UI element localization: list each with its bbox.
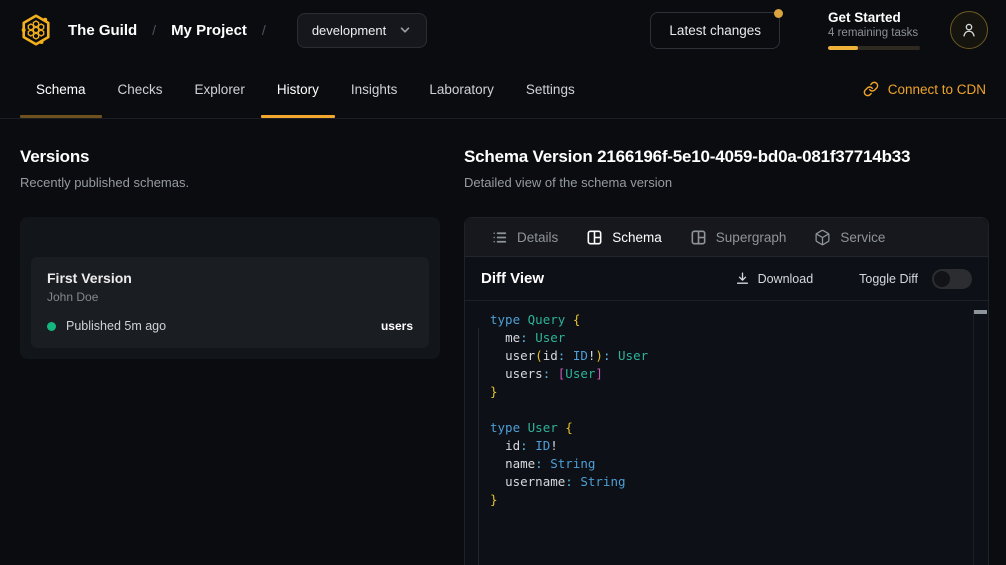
tab-underline-active — [261, 115, 335, 118]
latest-changes-button[interactable]: Latest changes — [650, 12, 780, 49]
diff-view-title: Diff View — [481, 270, 544, 287]
nav-tab-laboratory[interactable]: Laboratory — [413, 60, 510, 118]
chevron-down-icon — [398, 23, 412, 37]
main-nav: Schema Checks Explorer History Insights … — [0, 60, 1006, 119]
versions-panel: Versions Recently published schemas. Fir… — [0, 119, 464, 565]
version-list-item[interactable]: First Version John Doe Published 5m ago … — [31, 257, 429, 348]
version-detail-subtitle: Detailed view of the schema version — [464, 175, 989, 190]
tab-details[interactable]: Details — [477, 218, 572, 256]
diff-view-header: Diff View Download Toggle Diff — [465, 257, 988, 301]
breadcrumb-org[interactable]: The Guild — [68, 22, 137, 39]
latest-changes-label: Latest changes — [669, 23, 761, 38]
person-icon — [959, 20, 979, 40]
published-status-icon — [47, 322, 56, 331]
notification-dot — [774, 9, 783, 18]
scrollbar-thumb[interactable] — [974, 310, 987, 314]
get-started-progress-bar — [828, 46, 920, 50]
cube-icon — [814, 229, 831, 246]
breadcrumb-separator: / — [152, 22, 156, 38]
indent-guide — [478, 328, 479, 565]
scrollbar-track — [973, 310, 974, 565]
toggle-diff-switch[interactable] — [932, 269, 972, 289]
connect-to-cdn-link[interactable]: Connect to CDN — [863, 60, 986, 118]
tab-service[interactable]: Service — [800, 218, 899, 256]
layout-columns-icon — [690, 229, 707, 246]
toggle-diff-label: Toggle Diff — [859, 272, 918, 286]
environment-selector[interactable]: development — [297, 13, 427, 48]
top-bar: The Guild / My Project / development Lat… — [0, 0, 1006, 60]
link-icon — [863, 81, 879, 97]
schema-viewer: Details Schema — [464, 217, 989, 565]
viewer-tab-bar: Details Schema — [465, 218, 988, 257]
nav-tab-insights[interactable]: Insights — [335, 60, 414, 118]
layout-columns-icon — [586, 229, 603, 246]
nav-tab-schema[interactable]: Schema — [20, 60, 102, 118]
version-status: Published 5m ago — [66, 319, 166, 333]
nav-tab-checks[interactable]: Checks — [102, 60, 179, 118]
get-started-title: Get Started — [828, 10, 920, 25]
switch-knob — [934, 271, 950, 287]
version-author: John Doe — [47, 290, 413, 304]
tab-schema[interactable]: Schema — [572, 218, 676, 256]
hive-logo-icon[interactable] — [20, 14, 52, 46]
breadcrumb-project[interactable]: My Project — [171, 22, 247, 39]
nav-tab-history[interactable]: History — [261, 60, 335, 118]
code-block: type Query { me: User user(id: ID!): Use… — [490, 311, 964, 509]
versions-title: Versions — [20, 147, 440, 167]
list-icon — [491, 229, 508, 246]
download-icon — [735, 271, 750, 286]
download-button[interactable]: Download — [735, 271, 814, 286]
version-detail-panel: Schema Version 2166196f-5e10-4059-bd0a-0… — [464, 119, 1006, 565]
get-started-widget[interactable]: Get Started 4 remaining tasks — [828, 10, 920, 50]
versions-subtitle: Recently published schemas. — [20, 175, 440, 190]
environment-selector-value: development — [312, 23, 386, 38]
main-content: Versions Recently published schemas. Fir… — [0, 119, 1006, 565]
version-name: First Version — [47, 270, 413, 286]
get-started-progress-fill — [828, 46, 858, 50]
nav-tab-explorer[interactable]: Explorer — [179, 60, 261, 118]
user-avatar[interactable] — [950, 11, 988, 49]
schema-code-editor: type Query { me: User user(id: ID!): Use… — [465, 301, 988, 565]
tab-underline-muted — [20, 115, 102, 118]
version-detail-title: Schema Version 2166196f-5e10-4059-bd0a-0… — [464, 147, 989, 167]
get-started-subtitle: 4 remaining tasks — [828, 27, 920, 39]
breadcrumb-separator: / — [262, 22, 266, 38]
versions-list: First Version John Doe Published 5m ago … — [20, 217, 440, 359]
nav-tab-settings[interactable]: Settings — [510, 60, 591, 118]
tab-supergraph[interactable]: Supergraph — [676, 218, 801, 256]
service-badge: users — [381, 319, 413, 333]
